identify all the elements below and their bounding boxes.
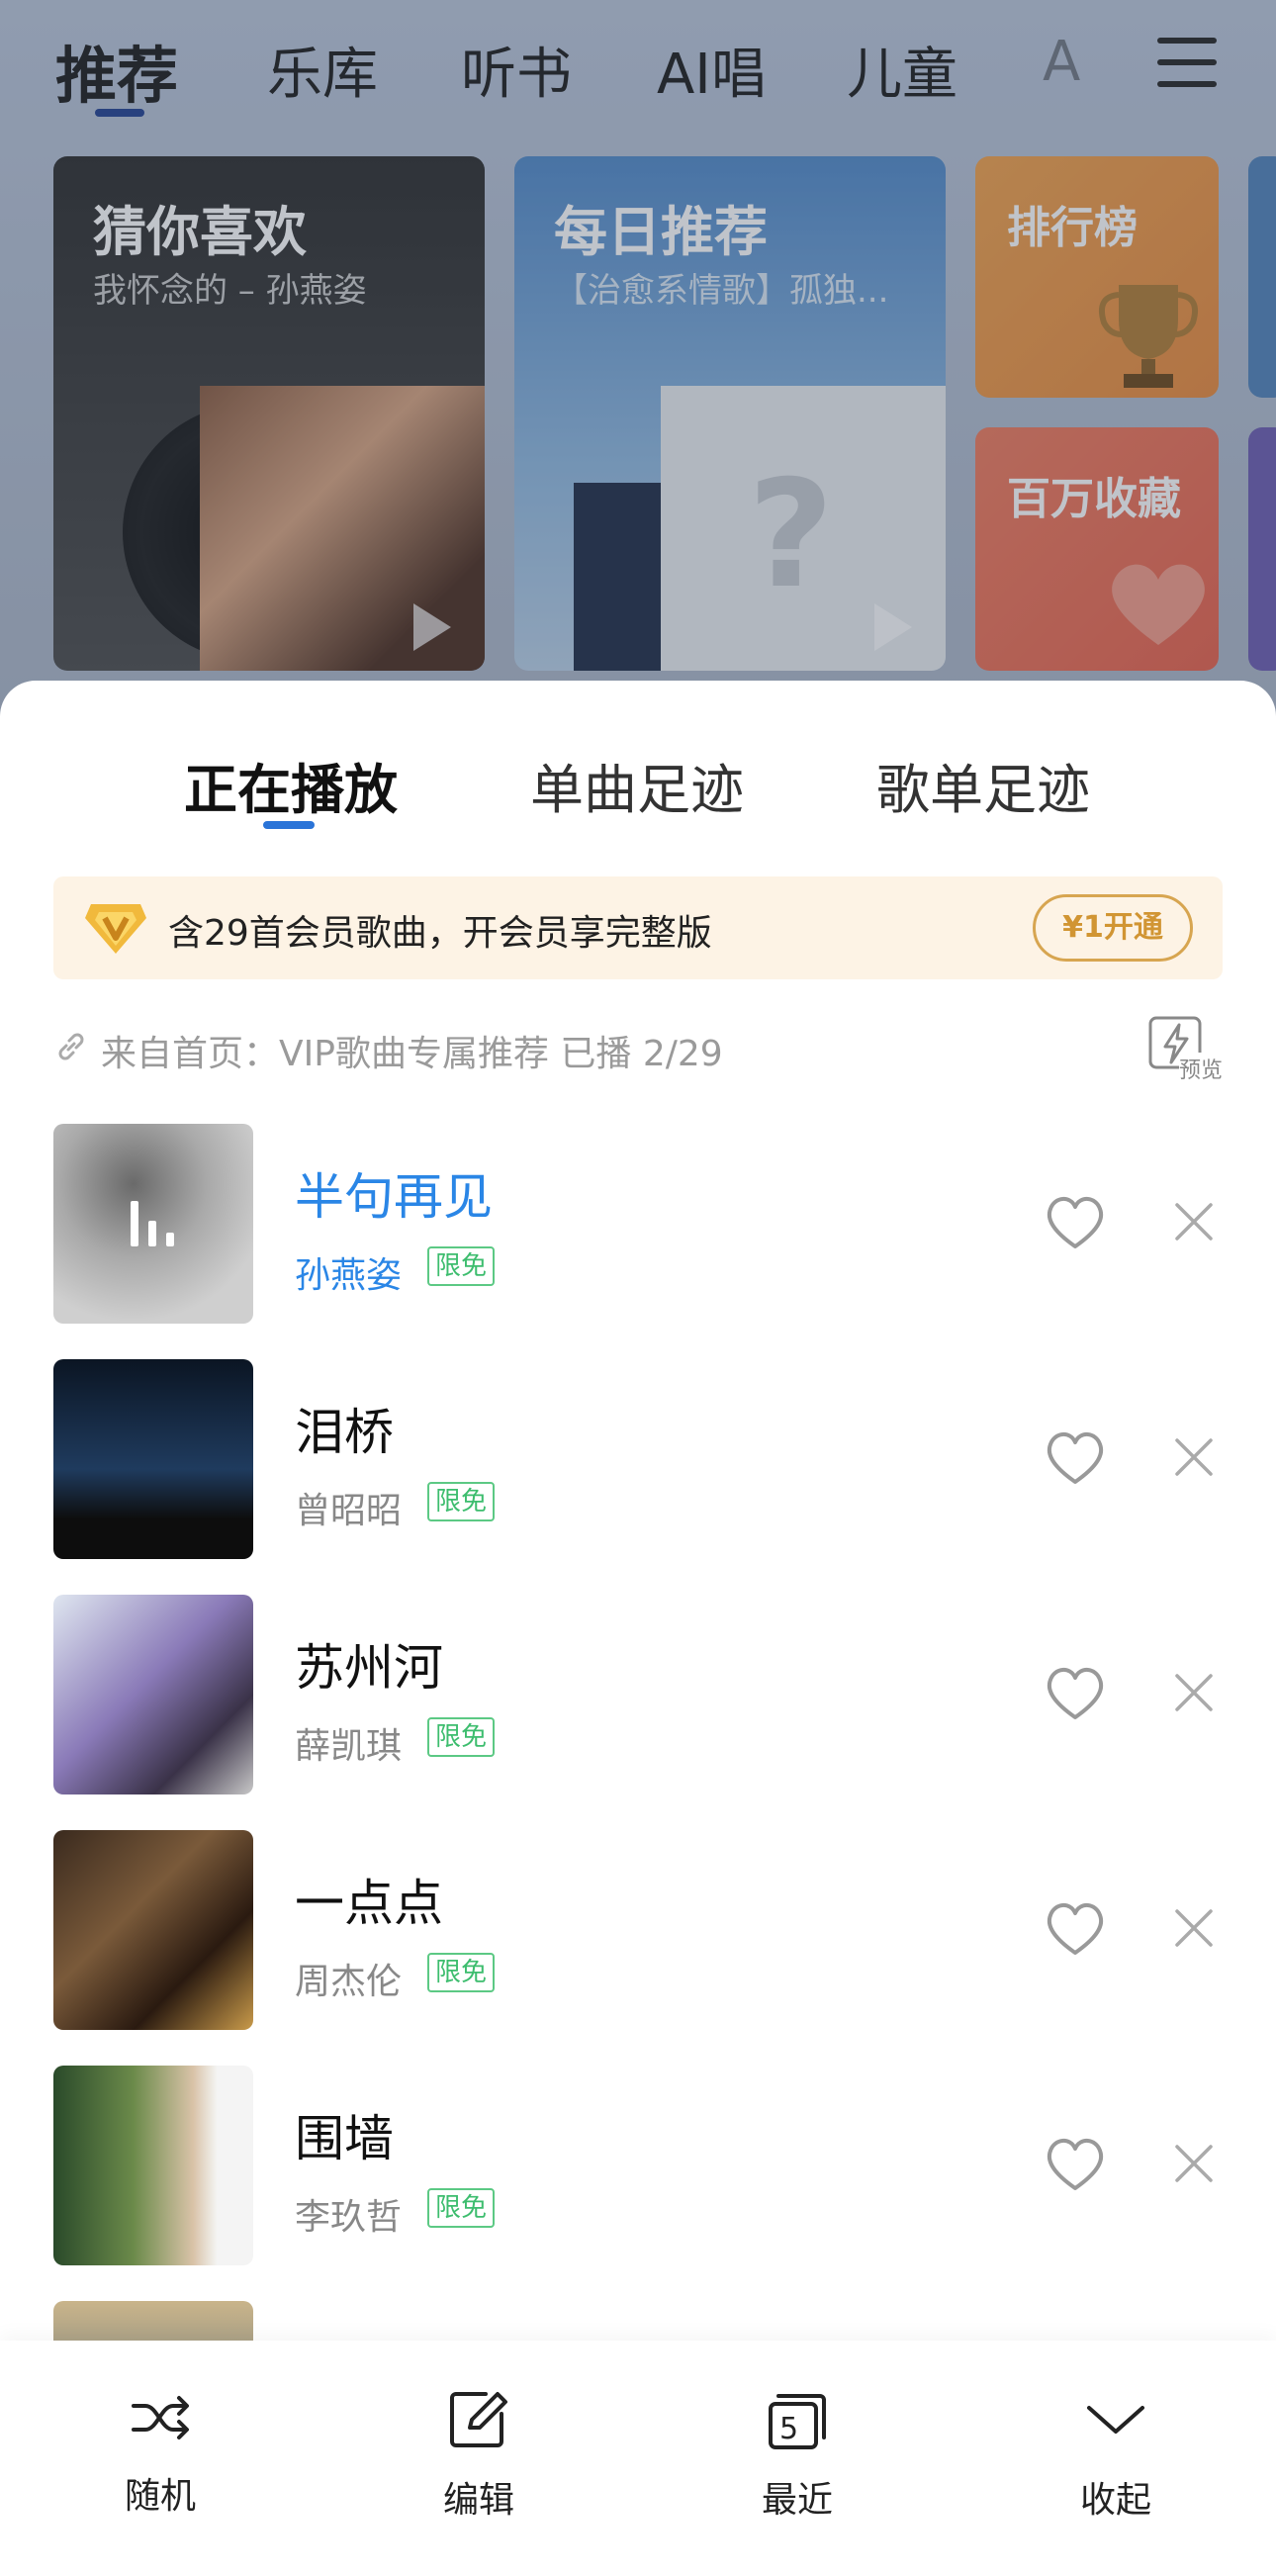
song-artist[interactable]: 李玖哲	[295, 2188, 402, 2240]
remove-icon[interactable]	[1173, 2143, 1215, 2184]
song-cover	[53, 1124, 253, 1324]
recent-button[interactable]: 5 最近	[718, 2390, 876, 2538]
song-cover	[53, 1359, 253, 1559]
playing-equalizer-icon	[127, 1201, 182, 1246]
modal-dim-overlay[interactable]	[0, 0, 1276, 712]
song-artist[interactable]: 周杰伦	[295, 1953, 402, 2004]
shuffle-label: 随机	[124, 2476, 196, 2517]
free-badge: 限免	[427, 1953, 496, 1992]
remove-icon[interactable]	[1173, 1201, 1215, 1242]
heart-icon[interactable]	[1045, 2135, 1106, 2192]
edit-icon	[450, 2392, 507, 2447]
now-playing-sheet: 正在播放 单曲足迹 歌单足迹 含29首会员歌曲，开会员享完整版 ¥1开通 来自首…	[0, 681, 1276, 2576]
free-badge: 限免	[427, 1246, 496, 1286]
vip-open-button[interactable]: ¥1开通	[1033, 894, 1193, 962]
song-cover	[53, 2066, 253, 2265]
free-badge: 限免	[427, 2188, 496, 2228]
heart-icon[interactable]	[1045, 1899, 1106, 1957]
song-artist[interactable]: 孙燕姿	[295, 1246, 402, 1298]
playlist-source-text: 来自首页：VIP歌曲专属推荐 已播 2/29	[101, 1034, 723, 1074]
remove-icon[interactable]	[1173, 1907, 1215, 1949]
song-title: 半句再见	[295, 1168, 493, 1226]
remove-icon[interactable]	[1173, 1436, 1215, 1478]
tab-now-playing[interactable]: 正在播放	[184, 746, 398, 824]
song-row[interactable]: 泪桥 曾昭昭 限免	[0, 1359, 1276, 1561]
recent-count: 5	[779, 2412, 799, 2446]
song-row[interactable]: 半句再见 孙燕姿 限免	[0, 1124, 1276, 1326]
heart-icon[interactable]	[1045, 1193, 1106, 1250]
preview-label: 预览	[1179, 1053, 1224, 1084]
vip-banner[interactable]: 含29首会员歌曲，开会员享完整版 ¥1开通	[53, 876, 1223, 979]
heart-icon[interactable]	[1045, 1664, 1106, 1721]
free-badge: 限免	[427, 1482, 496, 1521]
link-icon	[58, 1033, 84, 1060]
song-title: 泪桥	[295, 1404, 394, 1461]
shuffle-button[interactable]: 随机	[81, 2390, 239, 2538]
song-row[interactable]: 一点点 周杰伦 限免	[0, 1830, 1276, 2032]
vip-diamond-icon	[85, 904, 146, 954]
sheet-tab-indicator	[263, 821, 315, 829]
recent-label: 最近	[761, 2480, 833, 2521]
song-cover	[53, 1595, 253, 1794]
collapse-label: 收起	[1079, 2480, 1151, 2521]
chevron-down-icon	[1087, 2406, 1144, 2434]
song-cover	[53, 1830, 253, 2030]
tab-playlist-history[interactable]: 歌单足迹	[876, 746, 1090, 824]
bottom-toolbar: 随机 编辑 5 最近 收起	[0, 2341, 1276, 2576]
remove-icon[interactable]	[1173, 1672, 1215, 1713]
song-row[interactable]: 围墙 李玖哲 限免	[0, 2066, 1276, 2267]
song-artist[interactable]: 曾昭昭	[295, 1482, 402, 1533]
song-title: 围墙	[295, 2110, 394, 2167]
song-artist[interactable]: 薛凯琪	[295, 1717, 402, 1769]
song-row[interactable]: 苏州河 薛凯琪 限免	[0, 1595, 1276, 1796]
vip-banner-text: 含29首会员歌曲，开会员享完整版	[168, 913, 712, 954]
heart-icon[interactable]	[1045, 1428, 1106, 1486]
preview-button[interactable]: 预览	[1147, 1015, 1227, 1084]
edit-label: 编辑	[442, 2480, 514, 2521]
tab-song-history[interactable]: 单曲足迹	[530, 746, 744, 824]
song-title: 苏州河	[295, 1639, 443, 1697]
shuffle-icon	[132, 2396, 189, 2439]
collapse-button[interactable]: 收起	[1037, 2390, 1195, 2538]
song-title: 一点点	[295, 1875, 443, 1932]
playlist-source[interactable]: 来自首页：VIP歌曲专属推荐 已播 2/29 预览	[53, 1016, 1224, 1084]
free-badge: 限免	[427, 1717, 496, 1757]
edit-button[interactable]: 编辑	[400, 2390, 558, 2538]
